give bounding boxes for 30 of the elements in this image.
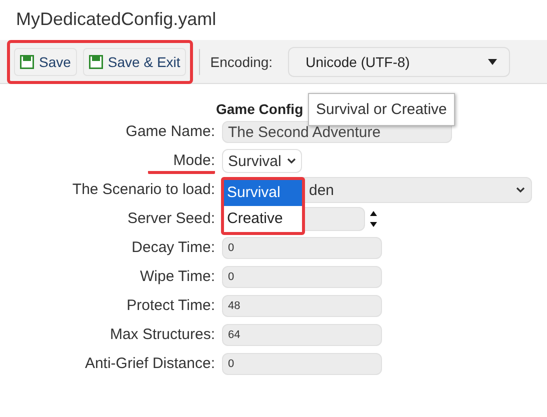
spinner-icon[interactable] xyxy=(370,210,377,228)
mode-select[interactable]: Survival xyxy=(222,149,302,173)
save-icon xyxy=(88,54,103,68)
window-title: MyDedicatedConfig.yaml xyxy=(15,8,218,31)
chevron-icon xyxy=(516,187,525,193)
chevron-icon xyxy=(287,158,296,164)
dropdown-arrow-icon xyxy=(488,58,497,64)
field-label: Max Structures: xyxy=(110,325,215,345)
section-heading: Game Config xyxy=(216,101,304,117)
save-icon xyxy=(20,54,34,68)
field-label: Protect Time: xyxy=(126,296,215,316)
tooltip: Survival or Creative xyxy=(308,93,455,126)
save-exit-button[interactable]: Save & Exit xyxy=(82,48,186,76)
text-field[interactable]: 0 xyxy=(222,266,382,288)
field-label: Anti-Grief Distance: xyxy=(84,354,215,374)
field-label: Mode: xyxy=(148,151,215,174)
field-label: Decay Time: xyxy=(132,238,215,258)
dropdown-option[interactable]: Survival xyxy=(224,180,302,206)
dropdown-option[interactable]: Creative xyxy=(224,206,302,232)
text-field[interactable]: 64 xyxy=(222,324,382,346)
field-label: The Scenario to load: xyxy=(72,180,215,200)
text-field[interactable]: 48 xyxy=(222,295,382,317)
field-label: Game Name: xyxy=(126,122,215,142)
text-field[interactable]: 0 xyxy=(222,353,382,375)
save-button[interactable]: Save xyxy=(14,48,77,76)
encoding-select[interactable]: Unicode (UTF-8) xyxy=(288,46,510,76)
field-label: Wipe Time: xyxy=(140,267,215,287)
field-label: Server Seed: xyxy=(127,209,215,229)
text-field[interactable]: 0 xyxy=(222,237,382,259)
encoding-label: Encoding: xyxy=(210,54,273,70)
